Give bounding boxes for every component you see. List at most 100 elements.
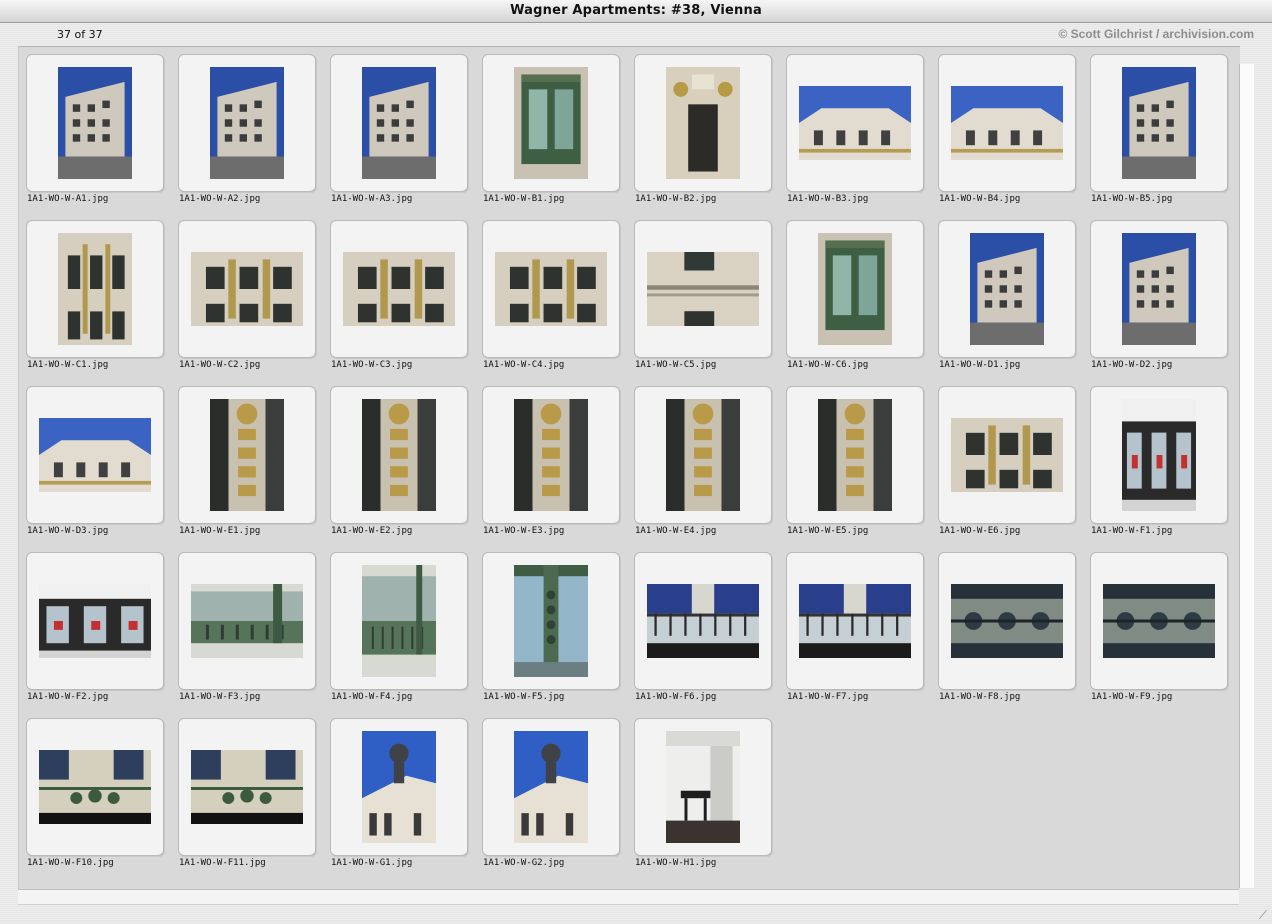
thumbnail-item[interactable]: 1A1-WO-W-C1.jpg [26, 220, 178, 376]
thumbnail-item[interactable]: 1A1-WO-W-D3.jpg [26, 386, 178, 542]
slide-mount[interactable] [938, 386, 1076, 524]
thumbnail-item[interactable]: 1A1-WO-W-G1.jpg [330, 718, 482, 874]
slide-mount[interactable] [482, 220, 620, 358]
slide-mount[interactable] [634, 552, 772, 690]
thumbnail-image[interactable] [1122, 399, 1196, 511]
resize-grip-icon[interactable]: ⟋ [1256, 908, 1270, 922]
slide-mount[interactable] [26, 54, 164, 192]
thumbnail-item[interactable]: 1A1-WO-W-E6.jpg [938, 386, 1090, 542]
vertical-scrollbar[interactable] [1239, 64, 1254, 888]
thumbnail-item[interactable]: 1A1-WO-W-E1.jpg [178, 386, 330, 542]
thumbnail-image[interactable] [362, 565, 436, 677]
thumbnail-item[interactable]: 1A1-WO-W-A3.jpg [330, 54, 482, 210]
thumbnail-image[interactable] [1103, 584, 1215, 658]
slide-mount[interactable] [786, 552, 924, 690]
thumbnail-image[interactable] [58, 67, 132, 179]
thumbnail-image[interactable] [191, 750, 303, 824]
thumbnail-image[interactable] [666, 67, 740, 179]
thumbnail-item[interactable]: 1A1-WO-W-C2.jpg [178, 220, 330, 376]
slide-mount[interactable] [26, 718, 164, 856]
slide-mount[interactable] [786, 54, 924, 192]
slide-mount[interactable] [938, 54, 1076, 192]
thumbnail-item[interactable]: 1A1-WO-W-F6.jpg [634, 552, 786, 708]
thumbnail-item[interactable]: 1A1-WO-W-B5.jpg [1090, 54, 1240, 210]
thumbnail-image[interactable] [210, 399, 284, 511]
slide-mount[interactable] [178, 718, 316, 856]
thumbnail-item[interactable]: 1A1-WO-W-C3.jpg [330, 220, 482, 376]
thumbnail-image[interactable] [1122, 233, 1196, 345]
thumbnail-item[interactable]: 1A1-WO-W-F9.jpg [1090, 552, 1240, 708]
thumbnail-item[interactable]: 1A1-WO-W-A2.jpg [178, 54, 330, 210]
slide-mount[interactable] [178, 220, 316, 358]
thumbnail-item[interactable]: 1A1-WO-W-C4.jpg [482, 220, 634, 376]
slide-mount[interactable] [330, 386, 468, 524]
slide-mount[interactable] [330, 552, 468, 690]
thumbnail-item[interactable]: 1A1-WO-W-E4.jpg [634, 386, 786, 542]
thumbnail-image[interactable] [1122, 67, 1196, 179]
thumbnail-image[interactable] [666, 399, 740, 511]
thumbnail-image[interactable] [647, 584, 759, 658]
thumbnail-item[interactable]: 1A1-WO-W-E3.jpg [482, 386, 634, 542]
thumbnail-item[interactable]: 1A1-WO-W-G2.jpg [482, 718, 634, 874]
thumbnail-item[interactable]: 1A1-WO-W-F3.jpg [178, 552, 330, 708]
slide-mount[interactable] [938, 552, 1076, 690]
slide-mount[interactable] [634, 386, 772, 524]
slide-mount[interactable] [1090, 220, 1228, 358]
thumbnail-image[interactable] [666, 731, 740, 843]
thumbnail-image[interactable] [647, 252, 759, 326]
slide-mount[interactable] [482, 54, 620, 192]
thumbnail-image[interactable] [514, 731, 588, 843]
thumbnail-image[interactable] [343, 252, 455, 326]
thumbnail-image[interactable] [362, 67, 436, 179]
thumbnail-image[interactable] [514, 399, 588, 511]
slide-mount[interactable] [634, 220, 772, 358]
slide-mount[interactable] [1090, 552, 1228, 690]
thumbnail-image[interactable] [210, 67, 284, 179]
slide-mount[interactable] [26, 220, 164, 358]
slide-mount[interactable] [330, 220, 468, 358]
thumbnail-image[interactable] [514, 67, 588, 179]
thumbnail-item[interactable]: 1A1-WO-W-D2.jpg [1090, 220, 1240, 376]
thumbnail-item[interactable]: 1A1-WO-W-F1.jpg [1090, 386, 1240, 542]
thumbnail-item[interactable]: 1A1-WO-W-C6.jpg [786, 220, 938, 376]
thumbnail-item[interactable]: 1A1-WO-W-F11.jpg [178, 718, 330, 874]
thumbnail-image[interactable] [799, 584, 911, 658]
slide-mount[interactable] [786, 220, 924, 358]
thumbnail-image[interactable] [514, 565, 588, 677]
thumbnail-image[interactable] [191, 584, 303, 658]
thumbnail-image[interactable] [362, 731, 436, 843]
thumbnail-item[interactable]: 1A1-WO-W-E2.jpg [330, 386, 482, 542]
thumbnail-item[interactable]: 1A1-WO-W-F5.jpg [482, 552, 634, 708]
thumbnail-image[interactable] [970, 233, 1044, 345]
thumbnail-image[interactable] [191, 252, 303, 326]
thumbnail-image[interactable] [951, 418, 1063, 492]
thumbnail-item[interactable]: 1A1-WO-W-F10.jpg [26, 718, 178, 874]
slide-mount[interactable] [786, 386, 924, 524]
horizontal-scrollbar[interactable] [18, 889, 1239, 905]
thumbnail-item[interactable]: 1A1-WO-W-F4.jpg [330, 552, 482, 708]
slide-mount[interactable] [26, 386, 164, 524]
thumbnail-image[interactable] [818, 233, 892, 345]
thumbnail-item[interactable]: 1A1-WO-W-F7.jpg [786, 552, 938, 708]
thumbnail-image[interactable] [951, 86, 1063, 160]
slide-mount[interactable] [178, 54, 316, 192]
slide-mount[interactable] [330, 718, 468, 856]
slide-mount[interactable] [482, 718, 620, 856]
thumbnail-item[interactable]: 1A1-WO-W-B2.jpg [634, 54, 786, 210]
thumbnail-image[interactable] [58, 233, 132, 345]
slide-mount[interactable] [330, 54, 468, 192]
thumbnail-item[interactable]: 1A1-WO-W-D1.jpg [938, 220, 1090, 376]
thumbnail-image[interactable] [799, 86, 911, 160]
slide-mount[interactable] [634, 718, 772, 856]
slide-mount[interactable] [178, 552, 316, 690]
thumbnail-item[interactable]: 1A1-WO-W-B4.jpg [938, 54, 1090, 210]
thumbnail-image[interactable] [39, 750, 151, 824]
thumbnail-image[interactable] [818, 399, 892, 511]
slide-mount[interactable] [1090, 54, 1228, 192]
slide-mount[interactable] [482, 386, 620, 524]
thumbnail-image[interactable] [362, 399, 436, 511]
thumbnail-image[interactable] [951, 584, 1063, 658]
thumbnail-item[interactable]: 1A1-WO-W-A1.jpg [26, 54, 178, 210]
thumbnail-image[interactable] [495, 252, 607, 326]
thumbnail-image[interactable] [39, 418, 151, 492]
